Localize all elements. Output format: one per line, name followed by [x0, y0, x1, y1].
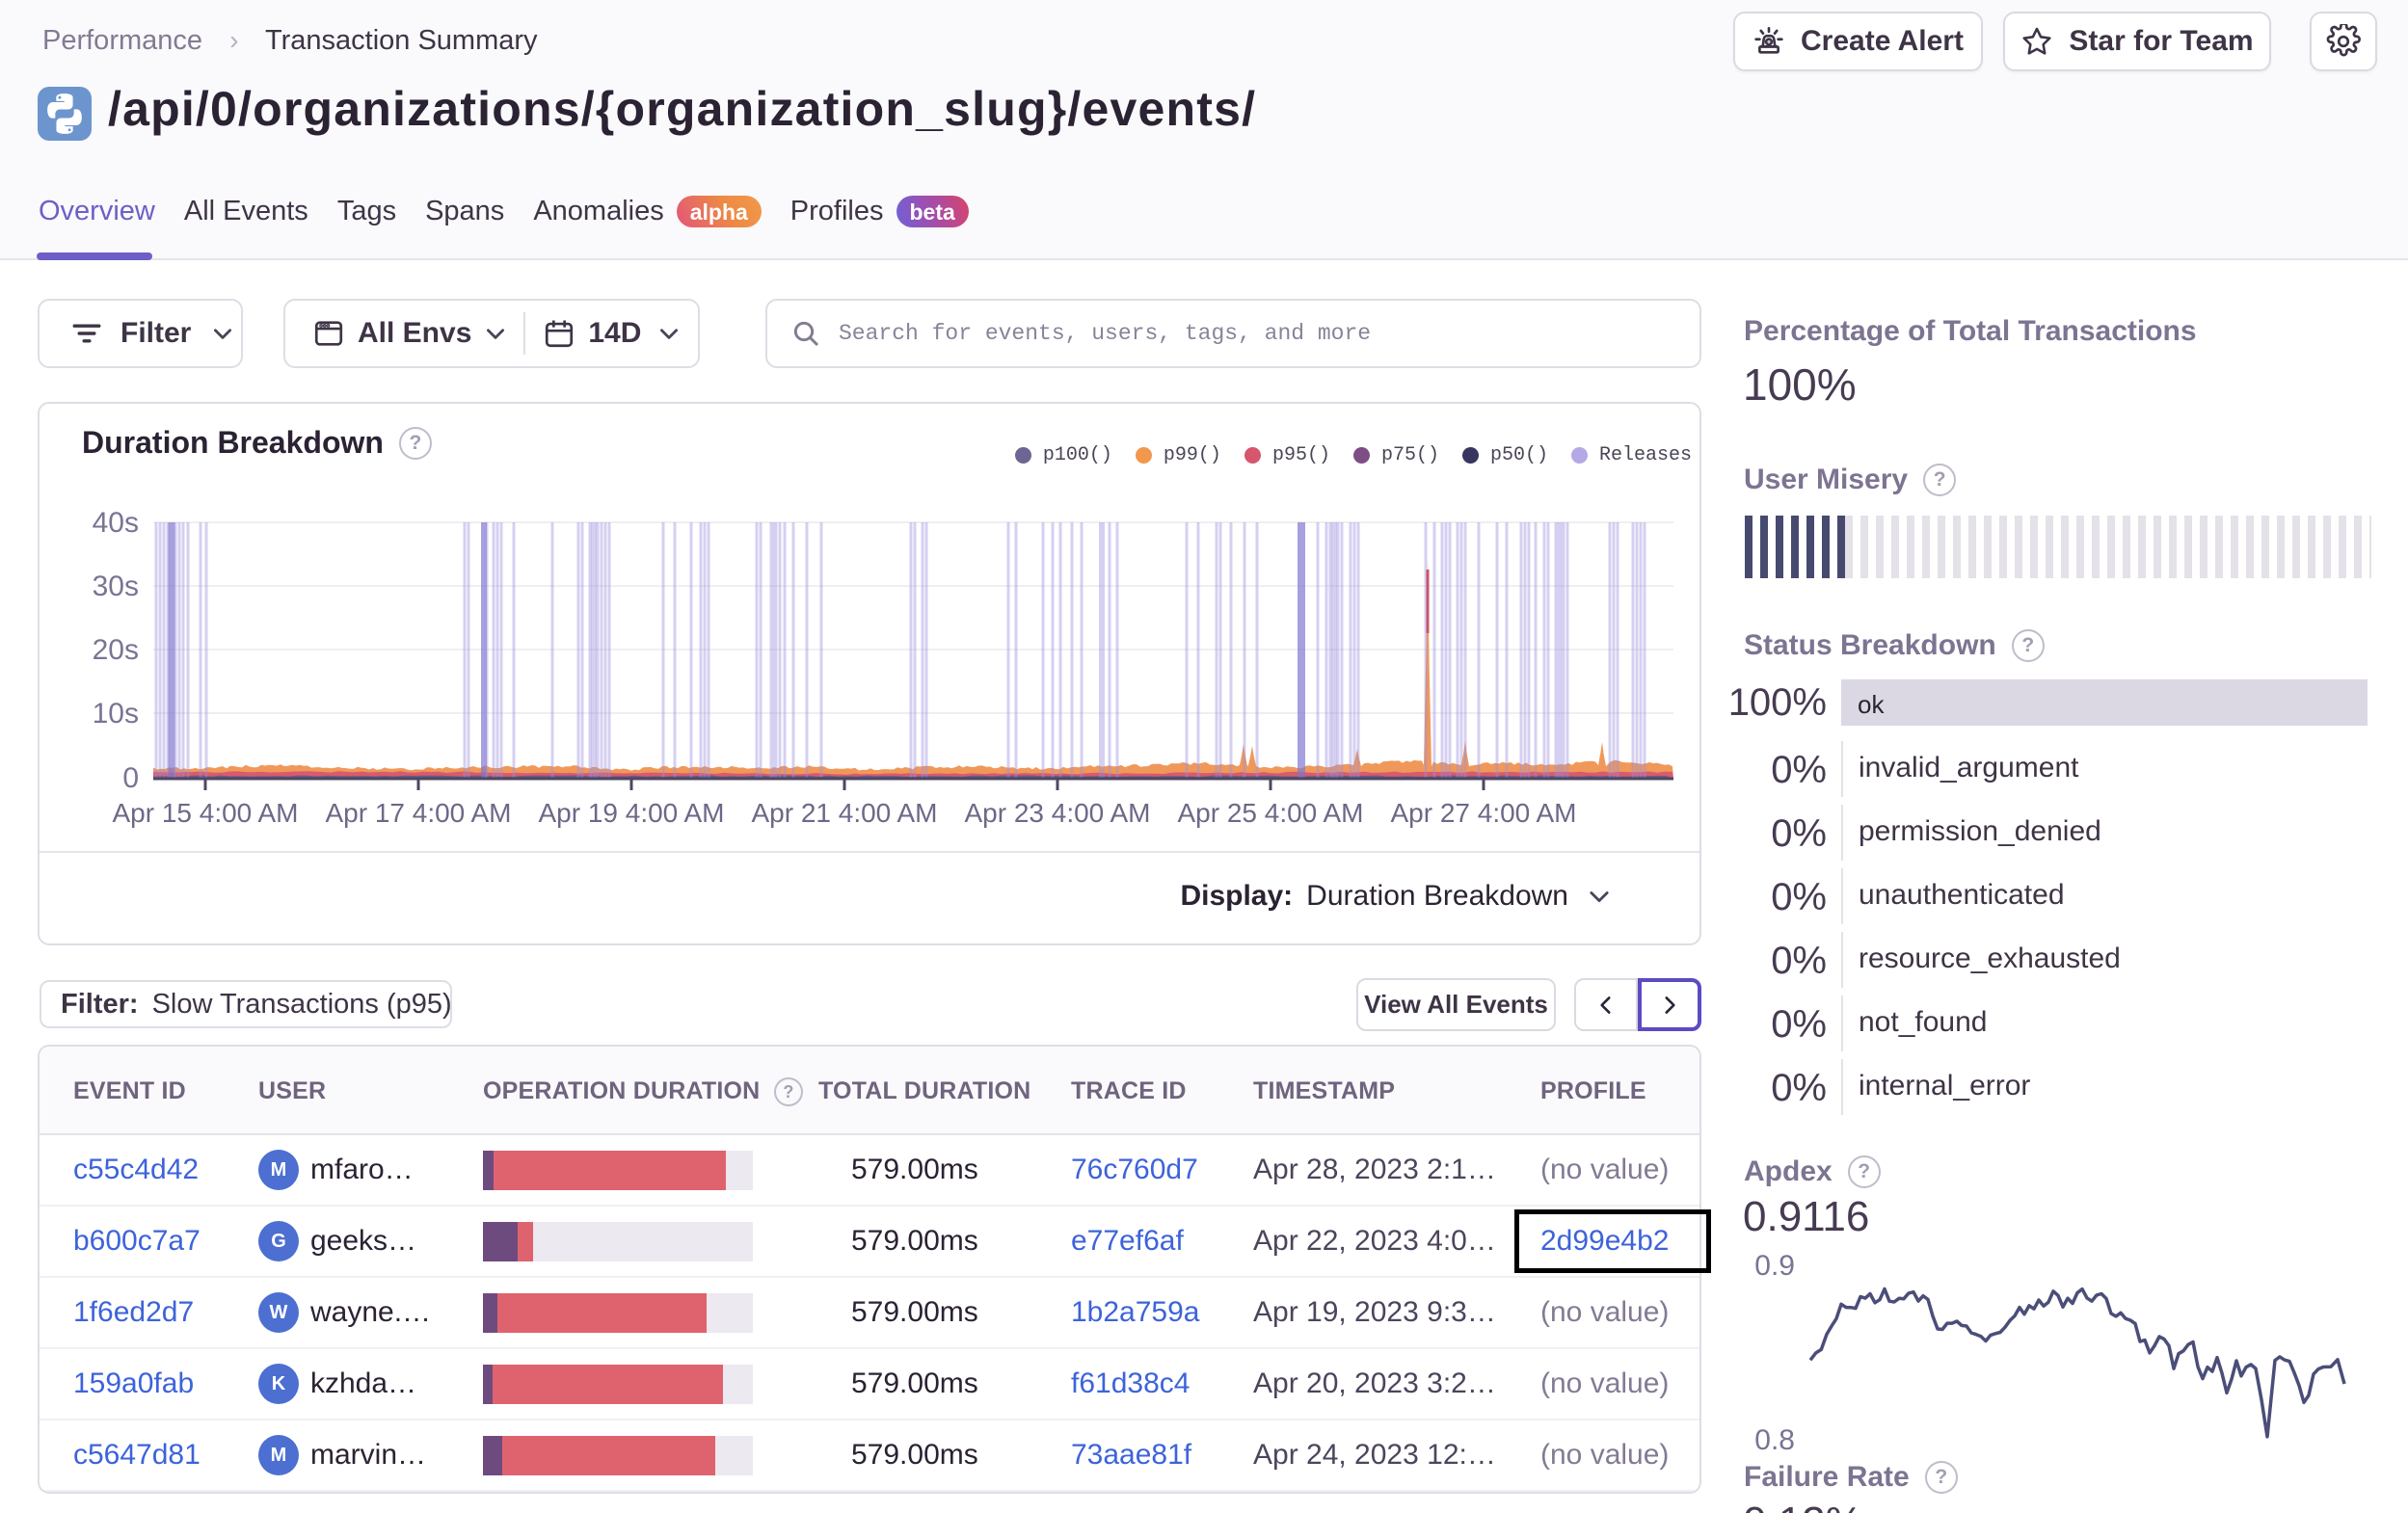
- svg-text:10s: 10s: [93, 698, 139, 730]
- svg-text:20s: 20s: [93, 634, 139, 666]
- svg-text:40s: 40s: [93, 507, 139, 539]
- svg-text:Apr 25 4:00 AM: Apr 25 4:00 AM: [1177, 798, 1363, 828]
- svg-text:Apr 19 4:00 AM: Apr 19 4:00 AM: [538, 798, 724, 828]
- svg-text:Apr 23 4:00 AM: Apr 23 4:00 AM: [964, 798, 1150, 828]
- svg-text:Apr 17 4:00 AM: Apr 17 4:00 AM: [325, 798, 511, 828]
- svg-text:Apr 27 4:00 AM: Apr 27 4:00 AM: [1390, 798, 1576, 828]
- svg-text:0: 0: [122, 762, 139, 794]
- svg-text:30s: 30s: [93, 571, 139, 602]
- svg-text:Apr 21 4:00 AM: Apr 21 4:00 AM: [751, 798, 937, 828]
- svg-text:Apr 15 4:00 AM: Apr 15 4:00 AM: [112, 798, 298, 828]
